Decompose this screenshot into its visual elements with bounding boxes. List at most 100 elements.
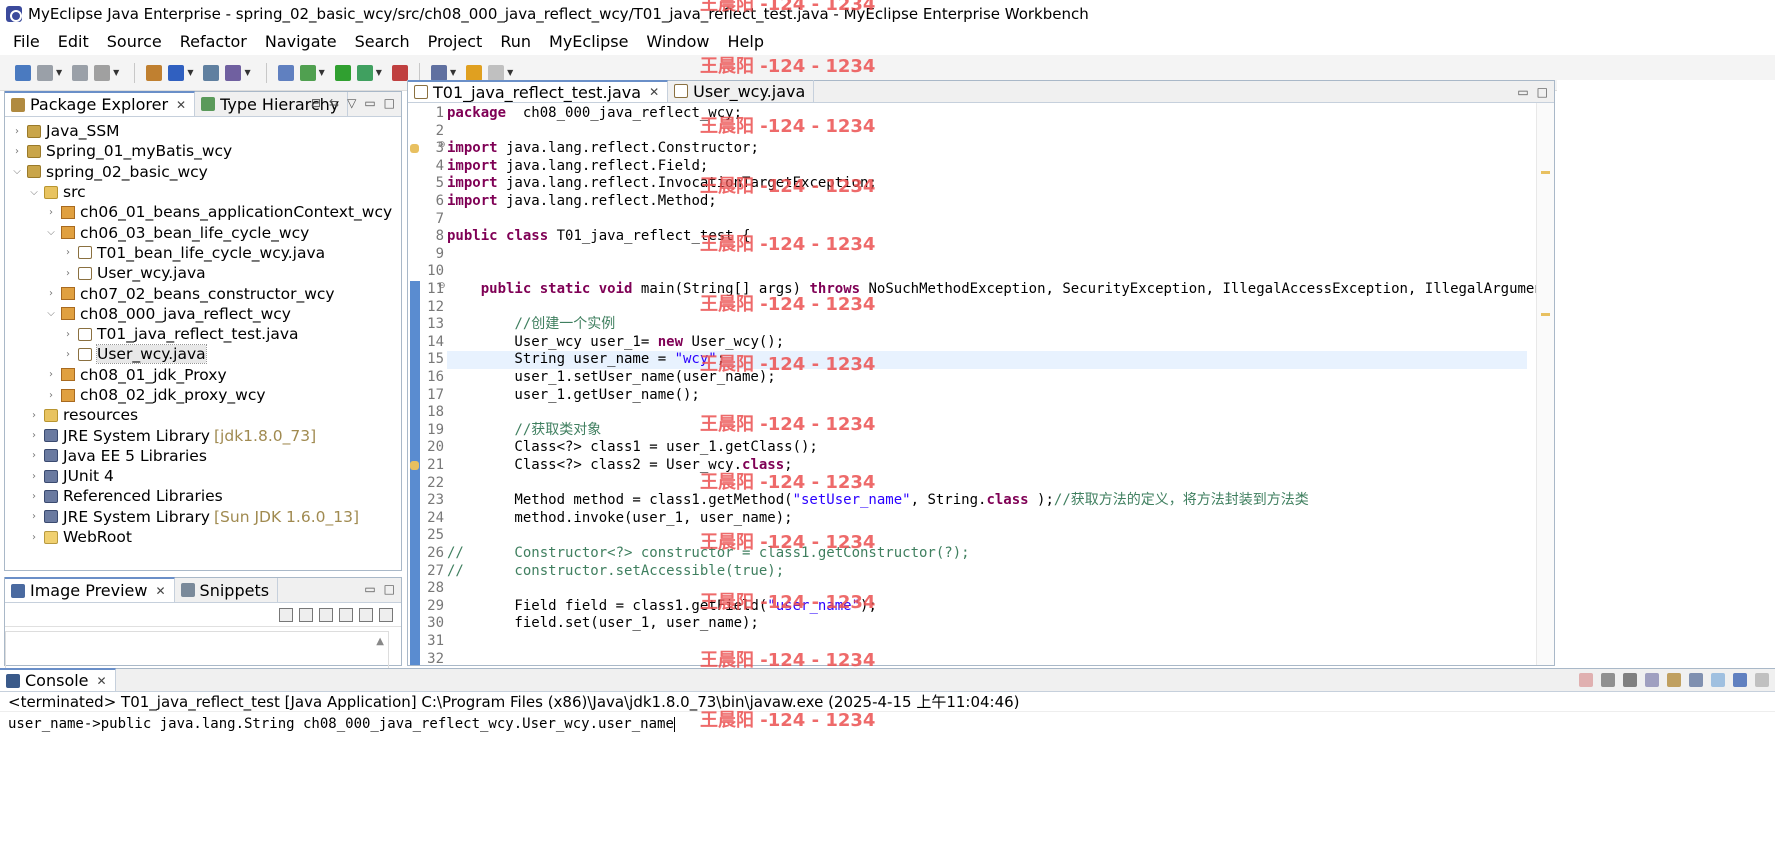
zoom-out-icon[interactable] — [319, 607, 333, 622]
tree-item[interactable]: › Java EE 5 Libraries — [5, 446, 401, 466]
external-tools-icon[interactable] — [391, 64, 408, 81]
warning-marker[interactable] — [1541, 171, 1550, 174]
chevron-right-icon[interactable]: › — [28, 532, 40, 543]
minimize-icon[interactable] — [1755, 673, 1769, 687]
actual-size-icon[interactable] — [359, 607, 373, 622]
tree-item[interactable]: › User_wcy.java — [5, 263, 401, 283]
tab-image-preview[interactable]: Image Preview ✕ — [5, 577, 175, 602]
scroll-up-icon[interactable]: ▲ — [376, 636, 384, 647]
chevron-right-icon[interactable]: › — [28, 450, 40, 461]
scroll-lock-icon[interactable] — [1667, 673, 1681, 687]
tab-console[interactable]: Console ✕ — [0, 668, 116, 691]
warning-marker[interactable] — [1541, 313, 1550, 316]
fold-toggle-icon[interactable]: ⊖ — [438, 281, 446, 291]
chevron-right-icon[interactable]: › — [45, 207, 57, 218]
dropdown-arrow-icon[interactable]: ▼ — [507, 68, 513, 77]
fit-icon[interactable] — [299, 607, 313, 622]
tab-t01-java-reflect-test[interactable]: T01_java_reflect_test.java ✕ — [408, 80, 669, 102]
chevron-right-icon[interactable]: › — [28, 410, 40, 421]
tree-item[interactable]: › ch08_02_jdk_proxy_wcy — [5, 385, 401, 405]
menu-search[interactable]: Search — [346, 32, 419, 51]
menu-refactor[interactable]: Refactor — [171, 32, 256, 51]
tree-item[interactable]: › Java_SSM — [5, 121, 401, 141]
open-console-icon[interactable] — [1733, 673, 1747, 687]
save-icon[interactable] — [37, 64, 53, 81]
code-text[interactable]: package ch08_000_java_reflect_wcy; import… — [447, 103, 1554, 665]
dropdown-arrow-icon[interactable]: ▼ — [319, 68, 325, 77]
menu-source[interactable]: Source — [98, 32, 171, 51]
fold-toggle-icon[interactable]: ⊖ — [438, 140, 446, 150]
tree-item[interactable]: › JUnit 4 — [5, 466, 401, 486]
console-output[interactable]: user_name->public java.lang.String ch08_… — [0, 712, 1775, 732]
chevron-right-icon[interactable]: › — [11, 146, 23, 157]
tab-snippets[interactable]: Snippets — [175, 578, 279, 602]
clear-console-icon[interactable] — [1645, 673, 1659, 687]
chevron-right-icon[interactable]: › — [28, 471, 40, 482]
server-icon[interactable] — [203, 64, 220, 81]
menu-myeclipse[interactable]: MyEclipse — [540, 32, 637, 51]
close-icon[interactable]: ✕ — [97, 674, 107, 688]
dropdown-arrow-icon[interactable]: ▼ — [56, 68, 62, 77]
warning-icon[interactable] — [410, 461, 419, 470]
close-icon[interactable]: ✕ — [155, 584, 165, 598]
zoom-in-icon[interactable] — [339, 607, 353, 622]
close-icon[interactable]: ✕ — [176, 98, 186, 112]
dropdown-arrow-icon[interactable]: ▼ — [244, 68, 250, 77]
chevron-right-icon[interactable]: › — [28, 511, 40, 522]
dropdown-arrow-icon[interactable]: ▼ — [113, 68, 119, 77]
menu-edit[interactable]: Edit — [49, 32, 98, 51]
debug-icon[interactable] — [299, 64, 316, 81]
pin-console-icon[interactable] — [1689, 673, 1703, 687]
search-icon[interactable] — [277, 64, 294, 81]
menu-navigate[interactable]: Navigate — [256, 32, 346, 51]
tree-item[interactable]: › User_wcy.java — [5, 344, 401, 365]
dropdown-arrow-icon[interactable]: ▼ — [376, 68, 382, 77]
tree-item[interactable]: ⌵ ch08_000_java_reflect_wcy — [5, 304, 401, 324]
chevron-down-icon[interactable]: ⌵ — [11, 166, 23, 177]
remove-all-icon[interactable] — [1623, 673, 1637, 687]
collapse-all-icon[interactable]: ⊟ — [311, 96, 321, 110]
chevron-down-icon[interactable]: ⌵ — [45, 227, 57, 238]
minimize-icon[interactable]: ▭ — [364, 96, 375, 110]
run-external-icon[interactable] — [356, 64, 373, 81]
tree-item[interactable]: ⌵ src — [5, 182, 401, 202]
maximize-icon[interactable]: □ — [1537, 85, 1548, 99]
tree-item[interactable]: › Referenced Libraries — [5, 486, 401, 506]
link-editor-icon[interactable]: ⇆ — [329, 96, 339, 110]
tab-package-explorer[interactable]: Package Explorer ✕ — [5, 91, 196, 116]
tree-item[interactable]: › T01_java_reflect_test.java — [5, 324, 401, 344]
close-icon[interactable]: ✕ — [649, 85, 659, 99]
new-icon[interactable] — [15, 64, 31, 81]
sync-icon[interactable] — [279, 607, 293, 622]
tree-item[interactable]: › JRE System Library [Sun JDK 1.6.0_13] — [5, 507, 401, 527]
open-type-icon[interactable] — [168, 64, 185, 81]
new-project-icon[interactable] — [146, 64, 163, 81]
tree-item[interactable]: › ch07_02_beans_constructor_wcy — [5, 283, 401, 303]
chevron-right-icon[interactable]: › — [28, 430, 40, 441]
tree-item[interactable]: ⌵ ch06_03_bean_life_cycle_wcy — [5, 222, 401, 242]
back-icon[interactable] — [466, 64, 483, 81]
save-all-icon[interactable] — [72, 64, 89, 81]
menu-window[interactable]: Window — [637, 32, 718, 51]
menu-file[interactable]: File — [4, 32, 49, 51]
open-perspective-icon[interactable] — [430, 64, 447, 81]
chevron-right-icon[interactable]: › — [28, 491, 40, 502]
tree-item[interactable]: › Spring_01_myBatis_wcy — [5, 141, 401, 161]
chevron-right-icon[interactable]: › — [45, 390, 57, 401]
chevron-right-icon[interactable]: › — [11, 126, 23, 137]
view-menu-icon[interactable]: ▽ — [347, 96, 356, 110]
forward-icon[interactable] — [488, 64, 505, 81]
warning-icon[interactable] — [410, 144, 419, 154]
display-console-icon[interactable] — [1711, 673, 1725, 687]
tree-item[interactable]: › WebRoot — [5, 527, 401, 547]
menu-run[interactable]: Run — [491, 32, 540, 51]
overview-ruler[interactable] — [1536, 103, 1554, 665]
maximize-icon[interactable]: □ — [384, 96, 395, 110]
tree-item[interactable]: › ch06_01_beans_applicationContext_wcy — [5, 202, 401, 222]
chevron-down-icon[interactable]: ⌵ — [28, 187, 40, 198]
deploy-icon[interactable] — [225, 64, 242, 81]
menu-project[interactable]: Project — [419, 32, 492, 51]
dropdown-arrow-icon[interactable]: ▼ — [187, 68, 193, 77]
minimize-icon[interactable]: ▭ — [1517, 85, 1528, 99]
code-editor[interactable]: 1 2 3 ⊖ 4 5 6 7 8 9 10 11 ⊖ 12 13 14 15 16 17 18 19 20 21 22 23 2… — [408, 103, 1554, 665]
